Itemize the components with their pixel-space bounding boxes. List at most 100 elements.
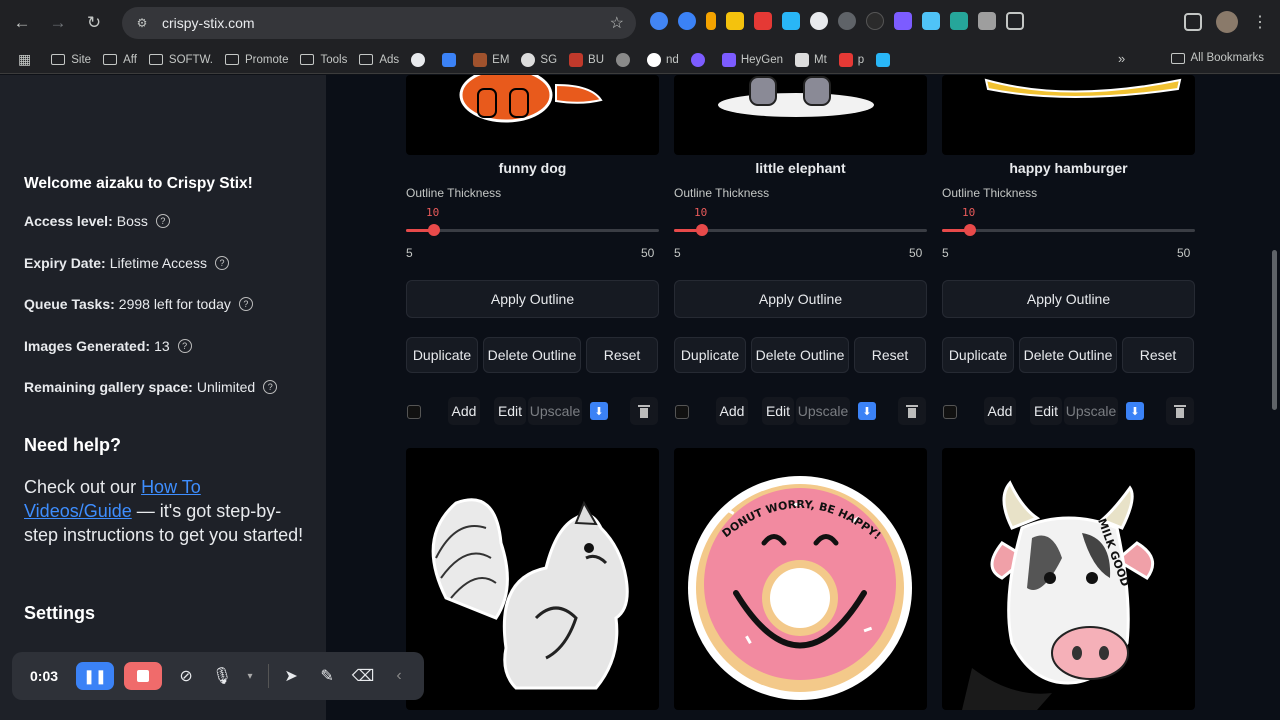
- pen-icon[interactable]: ✎: [313, 662, 341, 690]
- bookmark-site[interactable]: p: [838, 52, 864, 67]
- extension-icon[interactable]: [678, 12, 696, 30]
- bookmark-site[interactable]: [690, 52, 710, 67]
- address-bar[interactable]: ⚙ crispy-stix.com ☆: [122, 7, 636, 39]
- extension-icon[interactable]: [650, 12, 668, 30]
- menu-kebab-icon[interactable]: ⋮: [1252, 12, 1268, 32]
- profile-avatar[interactable]: [1216, 11, 1238, 33]
- sticker-thumbnail-donut[interactable]: DONUT WORRY, BE HAPPY!: [674, 448, 927, 710]
- bookmark-site[interactable]: Mt: [795, 52, 827, 67]
- outline-slider-handle[interactable]: [428, 224, 441, 236]
- help-circle-icon[interactable]: ?: [238, 297, 253, 311]
- reset-button[interactable]: Reset: [586, 337, 658, 373]
- upscale-button[interactable]: Upscale: [1064, 397, 1118, 425]
- extension-icon[interactable]: [866, 12, 884, 30]
- bookmark-site[interactable]: [876, 52, 895, 67]
- download-icon[interactable]: ⬇: [1126, 402, 1144, 420]
- back-icon[interactable]: ←: [8, 9, 36, 37]
- extension-icon[interactable]: [754, 12, 772, 30]
- extension-icon[interactable]: [922, 12, 940, 30]
- extension-icon[interactable]: [706, 12, 716, 30]
- extension-icon[interactable]: [726, 12, 744, 30]
- apps-grid-icon[interactable]: ▦: [18, 51, 31, 68]
- outline-slider-handle[interactable]: [964, 224, 977, 236]
- chevron-down-icon[interactable]: ▾: [244, 662, 256, 690]
- outline-slider-track[interactable]: [406, 229, 659, 232]
- extension-icon[interactable]: [782, 12, 800, 30]
- collapse-chevron-icon[interactable]: ‹: [385, 662, 413, 690]
- tab-search-icon[interactable]: [1184, 13, 1202, 31]
- add-button[interactable]: Add: [448, 397, 480, 425]
- help-circle-icon[interactable]: ?: [214, 256, 229, 270]
- camera-off-icon[interactable]: ⊘: [172, 662, 200, 690]
- reset-button[interactable]: Reset: [854, 337, 926, 373]
- bookmarks-overflow-icon[interactable]: »: [1118, 51, 1125, 66]
- bookmark-site[interactable]: [411, 52, 430, 67]
- download-icon[interactable]: ⬇: [858, 402, 876, 420]
- bookmark-site[interactable]: nd: [647, 52, 679, 67]
- delete-outline-button[interactable]: Delete Outline: [483, 337, 581, 373]
- bookmark-folder[interactable]: Ads: [359, 54, 399, 66]
- extension-icon[interactable]: [950, 12, 968, 30]
- extensions-puzzle-icon[interactable]: [1006, 12, 1024, 30]
- site-info-icon[interactable]: ⚙: [134, 15, 150, 31]
- bookmark-site[interactable]: [616, 52, 635, 67]
- delete-outline-button[interactable]: Delete Outline: [1019, 337, 1117, 373]
- help-circle-icon[interactable]: ?: [177, 339, 192, 353]
- upscale-button[interactable]: Upscale: [796, 397, 850, 425]
- microphone-icon[interactable]: 🎙: [208, 662, 236, 690]
- sticker-thumbnail-hamburger[interactable]: [942, 75, 1195, 155]
- bookmark-site[interactable]: [442, 52, 461, 67]
- bookmark-site[interactable]: HeyGen: [721, 52, 783, 67]
- apply-outline-button[interactable]: Apply Outline: [406, 280, 659, 318]
- apply-outline-button[interactable]: Apply Outline: [674, 280, 927, 318]
- extension-icon[interactable]: [894, 12, 912, 30]
- trash-icon[interactable]: [898, 397, 926, 425]
- trash-icon[interactable]: [1166, 397, 1194, 425]
- trash-icon[interactable]: [630, 397, 658, 425]
- bookmark-folder[interactable]: SOFTW.: [148, 54, 213, 66]
- upscale-button[interactable]: Upscale: [528, 397, 582, 425]
- select-checkbox[interactable]: [407, 405, 421, 419]
- sticker-thumbnail-cow[interactable]: MILK GOOD: [942, 448, 1195, 710]
- sticker-thumbnail-squirrel[interactable]: [406, 448, 659, 710]
- reset-button[interactable]: Reset: [1122, 337, 1194, 373]
- bookmark-site[interactable]: EM: [473, 52, 509, 67]
- bookmark-folder[interactable]: Promote: [225, 54, 288, 66]
- delete-outline-button[interactable]: Delete Outline: [751, 337, 849, 373]
- extension-icon[interactable]: [838, 12, 856, 30]
- reload-icon[interactable]: ↻: [80, 9, 108, 37]
- duplicate-button[interactable]: Duplicate: [942, 337, 1014, 373]
- pause-button[interactable]: ❚❚: [76, 662, 115, 690]
- extension-icon[interactable]: [810, 12, 828, 30]
- bookmark-folder[interactable]: Tools: [300, 54, 347, 66]
- help-circle-icon[interactable]: ?: [263, 380, 278, 394]
- edit-button[interactable]: Edit: [494, 397, 526, 425]
- sticker-thumbnail-dog[interactable]: [406, 75, 659, 155]
- outline-slider-track[interactable]: [674, 229, 927, 232]
- forward-icon[interactable]: →: [44, 9, 72, 37]
- eraser-icon[interactable]: ⌫: [349, 662, 377, 690]
- add-button[interactable]: Add: [984, 397, 1016, 425]
- add-button[interactable]: Add: [716, 397, 748, 425]
- cursor-icon[interactable]: ➤: [277, 662, 305, 690]
- duplicate-button[interactable]: Duplicate: [406, 337, 478, 373]
- download-icon[interactable]: ⬇: [590, 402, 608, 420]
- duplicate-button[interactable]: Duplicate: [674, 337, 746, 373]
- bookmark-site[interactable]: BU: [569, 52, 604, 67]
- outline-slider-track[interactable]: [942, 229, 1195, 232]
- extension-icon[interactable]: [978, 12, 996, 30]
- select-checkbox[interactable]: [943, 405, 957, 419]
- edit-button[interactable]: Edit: [1030, 397, 1062, 425]
- edit-button[interactable]: Edit: [762, 397, 794, 425]
- page-scrollbar[interactable]: [1272, 250, 1277, 410]
- sticker-thumbnail-elephant[interactable]: [674, 75, 927, 155]
- help-circle-icon[interactable]: ?: [155, 214, 170, 228]
- stop-button[interactable]: [124, 662, 163, 690]
- bookmark-site[interactable]: SG: [521, 52, 557, 67]
- all-bookmarks-button[interactable]: All Bookmarks: [1170, 52, 1264, 64]
- outline-slider-handle[interactable]: [696, 224, 709, 236]
- bookmark-folder[interactable]: Aff: [103, 54, 137, 66]
- apply-outline-button[interactable]: Apply Outline: [942, 280, 1195, 318]
- select-checkbox[interactable]: [675, 405, 689, 419]
- bookmark-folder[interactable]: Site: [51, 54, 91, 66]
